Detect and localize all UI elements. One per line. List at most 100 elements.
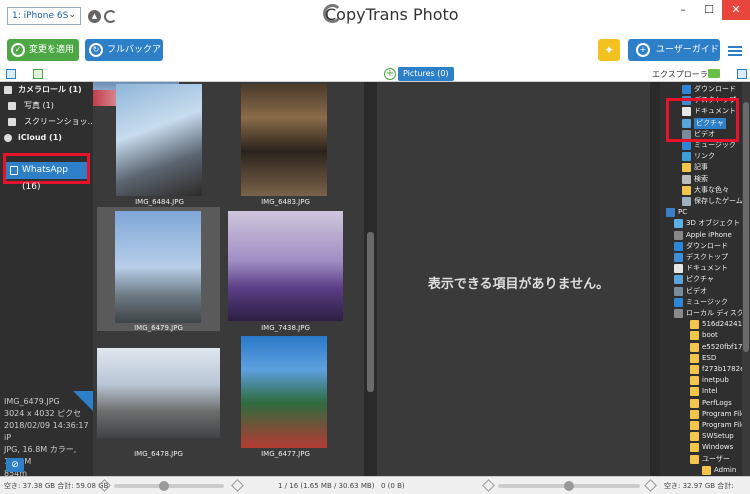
slider-knob[interactable] — [564, 481, 574, 491]
folder-folder-icon — [690, 342, 699, 352]
collapse-right-icon[interactable] — [737, 69, 747, 79]
scroll-thumb[interactable] — [367, 232, 374, 392]
user-guide-button[interactable]: + ユーザーガイド — [628, 39, 720, 61]
sidebar-item-whatsapp[interactable]: WhatsApp (16) — [6, 162, 87, 192]
center-status: 0 (0 B) — [381, 482, 405, 490]
tree-node-label: ミュージック — [686, 297, 728, 306]
refresh-icon[interactable] — [104, 10, 117, 23]
folder-folder-icon — [690, 398, 699, 408]
folder-icon[interactable] — [708, 69, 720, 78]
guide-label: ユーザーガイド — [656, 45, 719, 55]
cloud-icon — [4, 134, 12, 142]
close-button[interactable]: ✕ — [722, 0, 750, 20]
compass-icon[interactable]: ⊘ — [6, 458, 24, 472]
photo-image — [241, 336, 327, 448]
folder-folder-icon — [690, 331, 699, 341]
folder-folder-icon — [690, 376, 699, 386]
photo-thumbnail[interactable]: IMG_6477.JPG — [228, 336, 343, 460]
photo-thumbnail-selected[interactable]: IMG_6479.JPG — [97, 207, 220, 332]
drive-folder-icon — [674, 309, 683, 318]
check-icon: ✓ — [11, 43, 25, 57]
thumb-size-slider[interactable] — [114, 481, 224, 491]
photo-image — [228, 211, 343, 321]
hamburger-menu-icon[interactable] — [728, 46, 742, 56]
tree-node-label: SWSetup — [702, 432, 734, 441]
collapse-left-icon[interactable] — [6, 69, 16, 79]
minimize-button[interactable]: – — [670, 0, 696, 20]
tree-node-label: デスクトップ — [686, 253, 728, 261]
dl-folder-icon — [682, 85, 691, 94]
tree-node-label: e5520fbf17 — [702, 342, 742, 351]
apply-label: 変更を適用 — [29, 45, 75, 55]
photo-thumbnail[interactable]: IMG_6478.JPG — [97, 346, 220, 460]
folder-folder-icon — [690, 387, 699, 397]
pane-scrollbar[interactable] — [650, 82, 660, 476]
camera-icon — [8, 102, 16, 110]
tab-pictures[interactable]: Pictures (0) — [398, 67, 454, 81]
grid-status: 1 / 16 (1.65 MB / 30.63 MB) — [278, 482, 375, 490]
chevron-down-icon: ⌄ — [68, 10, 76, 20]
sidebar-item-photos[interactable]: 写真 (1) — [0, 98, 93, 114]
folder-folder-icon — [690, 421, 699, 430]
left-storage: 空き: 37.38 GB 合計: 59.08 GB — [4, 482, 109, 490]
tree-node-label: boot — [702, 331, 718, 340]
plus-icon: + — [636, 43, 650, 57]
apply-changes-button[interactable]: ✓ 変更を適用 — [7, 39, 79, 61]
pic-folder-icon — [674, 275, 683, 285]
search-folder-icon — [682, 174, 691, 184]
maximize-button[interactable]: ☐ — [696, 0, 722, 20]
eject-icon[interactable]: ▲ — [88, 10, 101, 23]
grid-scrollbar[interactable] — [364, 82, 377, 476]
desk-folder-icon — [674, 253, 683, 262]
scroll-thumb[interactable] — [743, 102, 749, 352]
pane-size-slider[interactable] — [498, 481, 640, 491]
tree-node-label: Apple iPhone — [686, 230, 732, 239]
highlight-box — [666, 98, 739, 142]
lightbulb-icon[interactable]: ✦ — [598, 39, 620, 61]
tree-node-label: リンク — [694, 152, 715, 161]
tree-node-label: ダウンロード — [686, 241, 728, 250]
camera-icon — [4, 86, 12, 94]
tree-node-label: ローカル ディスク — [686, 309, 742, 317]
album-sidebar: カメラロール (1) 写真 (1) スクリーンショッ... iCloud (1)… — [0, 82, 93, 478]
sidebar-item-icloud[interactable]: iCloud (1) — [0, 130, 93, 146]
new-album-icon[interactable] — [33, 69, 43, 79]
folder-folder-icon — [690, 454, 699, 464]
add-album-icon[interactable]: + — [384, 68, 396, 80]
photo-grid: IMG_6484.JPG IMG_6483.JPG IMG_6479.JPG I… — [93, 82, 364, 476]
pc-folder-icon — [666, 208, 675, 218]
tree-node-label: Admin — [714, 465, 737, 474]
tree-node-label: Program Files — [702, 409, 742, 418]
tree-node-label: 大事な色々 — [694, 185, 729, 194]
photo-image — [97, 348, 220, 438]
folder-folder-icon — [702, 465, 711, 475]
sidebar-item-screenshots[interactable]: スクリーンショッ... — [0, 114, 93, 130]
photo-thumbnail[interactable]: IMG_6484.JPG — [102, 84, 217, 208]
photo-image — [241, 84, 327, 196]
photo-image — [116, 84, 202, 196]
lock-icon — [10, 166, 18, 175]
zoom-in-icon[interactable] — [644, 479, 657, 492]
backup-icon: ↻ — [89, 43, 103, 57]
photo-thumbnail[interactable]: IMG_7438.JPG — [228, 207, 343, 332]
tree-scrollbar[interactable] — [742, 82, 750, 476]
explorer-label: エクスプローラー — [652, 70, 716, 79]
sidebar-item-camera-roll[interactable]: カメラロール (1) — [0, 82, 93, 98]
tree-node-label: ピクチャ — [686, 275, 714, 284]
pictures-pane: 表示できる項目がありません。 — [377, 82, 660, 476]
tree-node-label: 516d24241e — [702, 320, 742, 329]
photo-thumbnail[interactable]: IMG_6483.JPG — [228, 84, 343, 208]
tree-node-label: Program Files — [702, 421, 742, 429]
folder-folder-icon — [690, 443, 699, 453]
device-dropdown[interactable]: 1: iPhone 6S ⌄ — [7, 7, 81, 25]
slider-knob[interactable] — [159, 481, 169, 491]
tree-node-label: PC — [678, 208, 688, 217]
zoom-out-icon[interactable] — [482, 479, 495, 492]
folder-folder-icon — [690, 432, 699, 442]
folder-folder-icon — [690, 409, 699, 419]
dl-folder-icon — [674, 241, 683, 251]
full-backup-button[interactable]: ↻ フルバックアップ — [85, 39, 163, 77]
empty-message: 表示できる項目がありません。 — [427, 277, 610, 292]
zoom-in-icon[interactable] — [231, 479, 244, 492]
tree-node-label: ユーザー — [702, 454, 730, 463]
